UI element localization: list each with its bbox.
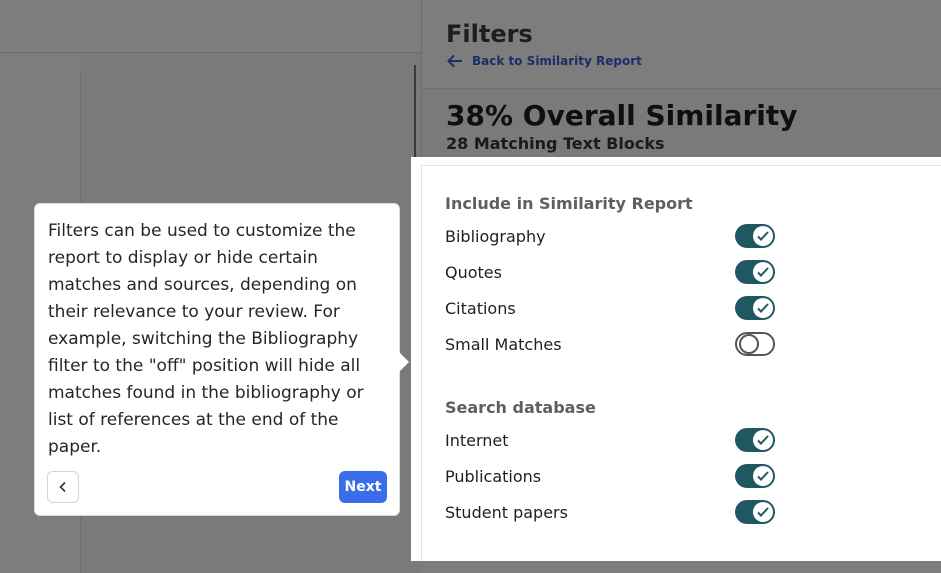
similarity-subtitle: 28 Matching Text Blocks	[446, 134, 665, 153]
quotes-toggle[interactable]	[735, 260, 775, 284]
include-section-title: Include in Similarity Report	[445, 194, 693, 213]
next-button[interactable]: Next	[339, 471, 387, 503]
tooltip-text: Filters can be used to customize the rep…	[48, 221, 364, 457]
internet-toggle[interactable]	[735, 428, 775, 452]
filter-label: Citations	[445, 298, 516, 318]
check-icon	[753, 430, 773, 450]
similarity-title: 38% Overall Similarity	[446, 99, 798, 132]
onboarding-tooltip: Filters can be used to customize the rep…	[34, 203, 400, 516]
filters-panel-header: Filters Back to Similarity Report 38% Ov…	[421, 0, 941, 157]
filter-settings-spotlight: Include in Similarity Report Bibliograph…	[411, 157, 941, 561]
toggle-knob	[739, 334, 759, 354]
chevron-left-icon	[59, 481, 66, 493]
filter-row-internet: Internet	[445, 425, 775, 455]
filter-row-citations: Citations	[445, 293, 775, 323]
check-icon	[753, 262, 773, 282]
small-matches-toggle[interactable]	[735, 332, 775, 356]
filter-row-bibliography: Bibliography	[445, 221, 775, 251]
filter-row-quotes: Quotes	[445, 257, 775, 287]
filter-label: Publications	[445, 466, 542, 486]
tooltip-arrow	[398, 351, 409, 373]
back-to-report-link[interactable]: Back to Similarity Report	[446, 52, 642, 70]
check-icon	[753, 466, 773, 486]
arrow-left-icon	[447, 54, 462, 68]
check-icon	[753, 298, 773, 318]
back-link-label: Back to Similarity Report	[472, 54, 642, 68]
filter-label: Small Matches	[445, 334, 562, 354]
check-icon	[753, 502, 773, 522]
filter-row-student-papers: Student papers	[445, 497, 775, 527]
similarity-summary: 38% Overall Similarity 28 Matching Text …	[422, 88, 941, 157]
filter-label: Quotes	[445, 262, 502, 282]
bibliography-toggle[interactable]	[735, 224, 775, 248]
citations-toggle[interactable]	[735, 296, 775, 320]
panel-title: Filters	[446, 20, 533, 48]
previous-button[interactable]	[47, 471, 79, 503]
check-icon	[753, 226, 773, 246]
filter-settings: Include in Similarity Report Bibliograph…	[421, 165, 941, 561]
filter-label: Student papers	[445, 502, 568, 522]
top-toolbar	[0, 0, 421, 53]
filter-label: Internet	[445, 430, 509, 450]
student-papers-toggle[interactable]	[735, 500, 775, 524]
search-section-title: Search database	[445, 398, 596, 417]
filter-row-publications: Publications	[445, 461, 775, 491]
publications-toggle[interactable]	[735, 464, 775, 488]
filter-label: Bibliography	[445, 226, 546, 246]
filter-row-small-matches: Small Matches	[445, 329, 775, 359]
